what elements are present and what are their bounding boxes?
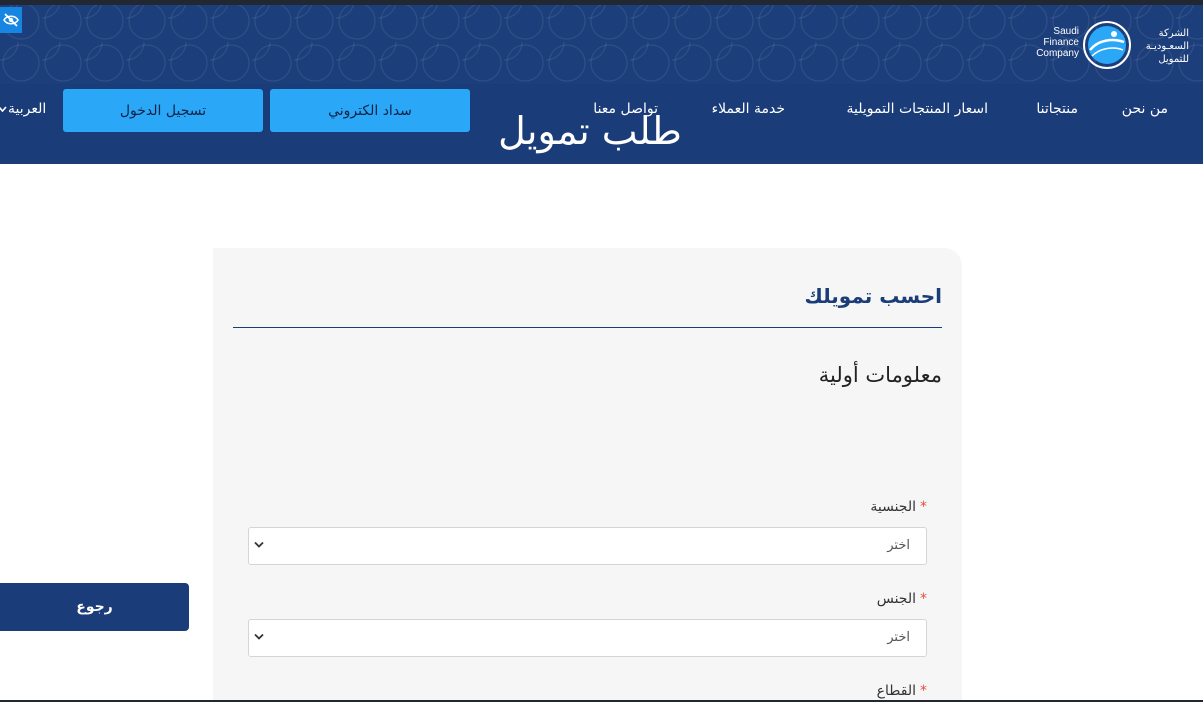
nav-customer-service[interactable]: خدمة العملاء: [712, 101, 785, 117]
language-switcher[interactable]: العربية: [8, 101, 46, 117]
nationality-select[interactable]: اختر: [248, 527, 927, 565]
required-mark: *: [920, 591, 927, 607]
required-mark: *: [920, 499, 927, 515]
nationality-label-text: الجنسية: [870, 499, 916, 515]
login-button[interactable]: تسجيل الدخول: [63, 89, 263, 132]
section-title: معلومات أولية: [818, 363, 942, 387]
gender-select[interactable]: اختر: [248, 619, 927, 657]
eye-slash-icon: [3, 13, 19, 27]
chevron-down-icon: [254, 633, 264, 640]
finance-calculator-card: احسب تمويلك معلومات أولية الجنسية * اختر …: [213, 248, 962, 702]
sector-label-text: القطاع: [876, 683, 916, 699]
nav-financing-prices[interactable]: اسعار المنتجات التمويلية: [847, 101, 988, 117]
logo-arabic-text: الشركة السعـوديـة للتمويل: [1145, 28, 1189, 65]
nationality-label: الجنسية *: [727, 499, 927, 515]
site-header: Saudi Finance Company الشركة السعـوديـة …: [0, 0, 1203, 164]
sector-label: القطاع *: [727, 683, 927, 699]
gender-label-text: الجنس: [876, 591, 916, 607]
title-divider: [233, 327, 942, 328]
nav-about[interactable]: من نحن: [1122, 101, 1168, 117]
nationality-select-value: اختر: [887, 538, 910, 553]
gender-select-value: اختر: [887, 630, 910, 645]
company-logo[interactable]: Saudi Finance Company الشركة السعـوديـة …: [1022, 14, 1192, 76]
logo-english-text: Saudi Finance Company: [1036, 26, 1079, 59]
page-banner-title: طلب تمويل: [498, 109, 682, 153]
nav-products[interactable]: منتجاتنا: [1036, 101, 1078, 117]
chevron-down-icon[interactable]: [0, 106, 7, 113]
logo-emblem-icon: [1083, 21, 1131, 69]
required-mark: *: [920, 683, 927, 699]
browser-top-edge: [0, 0, 1203, 5]
e-payment-button[interactable]: سداد الكتروني: [270, 89, 470, 132]
back-button[interactable]: رجوع: [0, 583, 189, 631]
card-title: احسب تمويلك: [804, 284, 942, 308]
gender-label: الجنس *: [727, 591, 927, 607]
accessibility-toggle[interactable]: [0, 7, 22, 33]
chevron-down-icon: [254, 541, 264, 548]
